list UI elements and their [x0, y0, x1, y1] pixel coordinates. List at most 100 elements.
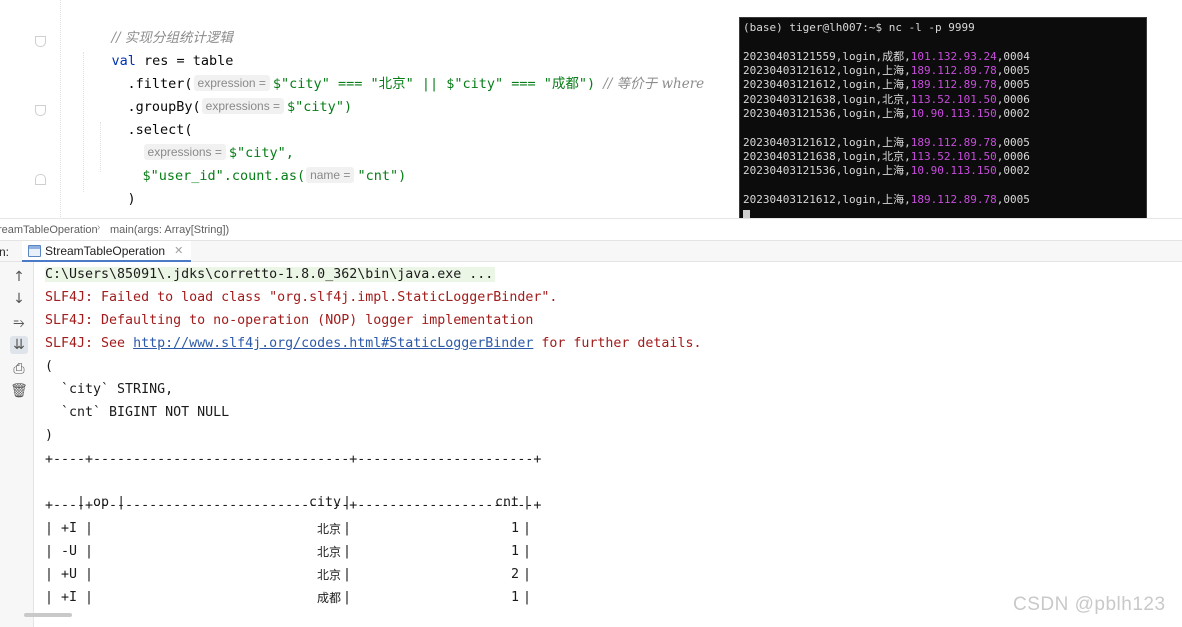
log-line-error: SLF4J: Defaulting to no-operation (NOP) … [45, 313, 534, 328]
table-row: | +I | 成都 | 1 | [45, 588, 531, 608]
arrow-up-icon[interactable]: ↑ [10, 268, 28, 286]
code-line-groupby[interactable]: .groupBy(expressions = $"city") [95, 77, 352, 115]
scroll-to-end-icon[interactable]: ⇊ [10, 336, 28, 354]
trash-icon[interactable]: 🗑 [10, 382, 28, 400]
breadcrumb-method[interactable]: main(args: Array[String]) [110, 223, 229, 237]
cell-cnt: 2 [510, 567, 519, 582]
table-pipe: | [343, 544, 352, 559]
code-line-filter[interactable]: .filter(expression = $"city" === "北京" || … [95, 54, 704, 92]
table-row: | +U | 北京 | 2 | [45, 565, 531, 585]
cell-op: +I [61, 521, 78, 536]
close-paren: ) [127, 191, 136, 207]
console-toolbar: ↑ ↓ ⥱ ⇊ ⎙ 🗑 [0, 262, 34, 627]
terminal-record: 20230403121612,login,上海, [743, 78, 911, 91]
terminal-ip: 189.112.89.78 [910, 78, 997, 91]
code-comment: // 等价于 where [603, 76, 705, 92]
table-pipe: | [343, 590, 352, 605]
terminal-user-id: ,0006 [996, 93, 1030, 106]
table-pipe: | [77, 521, 94, 536]
terminal-line: 20230403121612,login,上海,189.112.89.78,00… [743, 193, 1030, 207]
cell-op: +I [61, 590, 78, 605]
watermark: CSDN @pblh123 [1013, 594, 1166, 615]
terminal-prompt: (base) tiger@lh007:~$ nc -l -p 9999 [743, 21, 975, 34]
soft-wrap-icon[interactable]: ⥱ [10, 314, 28, 332]
schema-close: ) [45, 428, 54, 443]
code-line-select-arg1[interactable]: expressions = $"city", [110, 123, 294, 161]
terminal-line: 20230403121612,login,上海,189.112.89.78,00… [743, 136, 1030, 150]
table-pipe: | [343, 567, 352, 582]
gutter-mark [0, 106, 6, 116]
terminal-ip: 189.112.89.78 [910, 193, 997, 206]
schema-cnt: `cnt` BIGINT NOT NULL [45, 405, 230, 420]
terminal-record: 20230403121559,login,成都, [743, 50, 911, 63]
terminal-record: 20230403121536,login,上海, [743, 107, 911, 120]
terminal-record: 20230403121536,login,上海, [743, 164, 911, 177]
close-icon[interactable]: ✕ [174, 244, 183, 257]
terminal-record: 20230403121612,login,上海, [743, 136, 911, 149]
table-pipe: | [77, 567, 94, 582]
breadcrumb-class[interactable]: reamTableOperation [0, 223, 98, 237]
java-command[interactable]: C:\Users\85091\.jdks\corretto-1.8.0_362\… [45, 267, 496, 282]
terminal-ip: 10.90.113.150 [910, 164, 997, 177]
table-pipe: | [45, 590, 62, 605]
terminal-ip: 189.112.89.78 [910, 64, 997, 77]
terminal-line: 20230403121559,login,成都,101.132.93.24,00… [743, 50, 1030, 64]
terminal-ip: 189.112.89.78 [910, 136, 997, 149]
tab-stream-table-operation[interactable]: StreamTableOperation ✕ [22, 241, 192, 262]
terminal-line: 20230403121612,login,上海,189.112.89.78,00… [743, 64, 1030, 78]
table-pipe: | [77, 590, 94, 605]
table-border: +----+--------------------------------+-… [45, 498, 542, 513]
log-text: for further details. [533, 336, 702, 351]
console-output[interactable]: C:\Users\85091\.jdks\corretto-1.8.0_362\… [35, 262, 1182, 627]
table-pipe: | [523, 567, 532, 582]
horizontal-scrollbar[interactable] [24, 613, 72, 617]
run-config-icon [28, 244, 41, 257]
run-label: n: [0, 245, 10, 259]
table-pipe: | [45, 544, 62, 559]
terminal-ip: 113.52.101.50 [910, 150, 997, 163]
cell-city: 成都 [316, 591, 341, 605]
arrow-down-icon[interactable]: ↓ [10, 290, 28, 308]
cell-op: +U [61, 567, 78, 582]
table-header-row: | op | city | cnt | [45, 473, 531, 510]
gutter-mark [0, 175, 6, 185]
gutter-mark [0, 152, 6, 162]
terminal-user-id: ,0004 [996, 50, 1030, 63]
terminal-user-id: ,0006 [996, 150, 1030, 163]
parameter-hint: name = [306, 167, 355, 183]
fold-marker-icon[interactable] [35, 174, 46, 185]
terminal-record: 20230403121638,login,北京, [743, 150, 911, 163]
code-line-close[interactable]: ) [95, 169, 136, 207]
table-row: | +I | 北京 | 1 | [45, 519, 531, 539]
terminal-record: 20230403121612,login,上海, [743, 193, 911, 206]
fold-marker-icon[interactable] [35, 36, 46, 47]
cell-cnt: 1 [510, 544, 519, 559]
log-line-error: SLF4J: Failed to load class "org.slf4j.i… [45, 290, 558, 305]
alias-expression: "cnt") [357, 168, 407, 184]
log-text: SLF4J: See [45, 336, 134, 351]
code-line-select[interactable]: .select( [95, 100, 193, 138]
gutter-mark [0, 37, 6, 47]
editor-gutter[interactable] [0, 0, 60, 217]
fold-marker-icon[interactable] [35, 105, 46, 116]
slf4j-docs-link[interactable]: http://www.slf4j.org/codes.html#StaticLo… [133, 336, 533, 351]
print-icon[interactable]: ⎙ [10, 360, 28, 378]
parameter-hint: expressions = [201, 98, 285, 114]
cell-cnt: 1 [510, 590, 519, 605]
cell-op: -U [61, 544, 78, 559]
breadcrumb: reamTableOperation › main(args: Array[St… [0, 218, 1182, 240]
table-pipe: | [45, 521, 62, 536]
terminal-line: 20230403121536,login,上海,10.90.113.150,00… [743, 164, 1030, 178]
code-line-val[interactable]: val res = table [79, 31, 234, 69]
code-line-select-arg2[interactable]: $"user_id".count.as(name = "cnt") [110, 146, 406, 184]
table-pipe: | [523, 544, 532, 559]
cell-city: 北京 [316, 568, 341, 582]
terminal-window[interactable]: (base) tiger@lh007:~$ nc -l -p 9999 2023… [739, 17, 1147, 224]
terminal-user-id: ,0005 [996, 193, 1030, 206]
code-line-comment[interactable]: // 实现分组统计逻辑 [79, 8, 233, 46]
cell-city: 北京 [316, 522, 341, 536]
gutter-mark [0, 129, 6, 139]
schema-city: `city` STRING, [45, 382, 174, 397]
table-pipe: | [45, 567, 62, 582]
table-pipe: | [523, 590, 532, 605]
